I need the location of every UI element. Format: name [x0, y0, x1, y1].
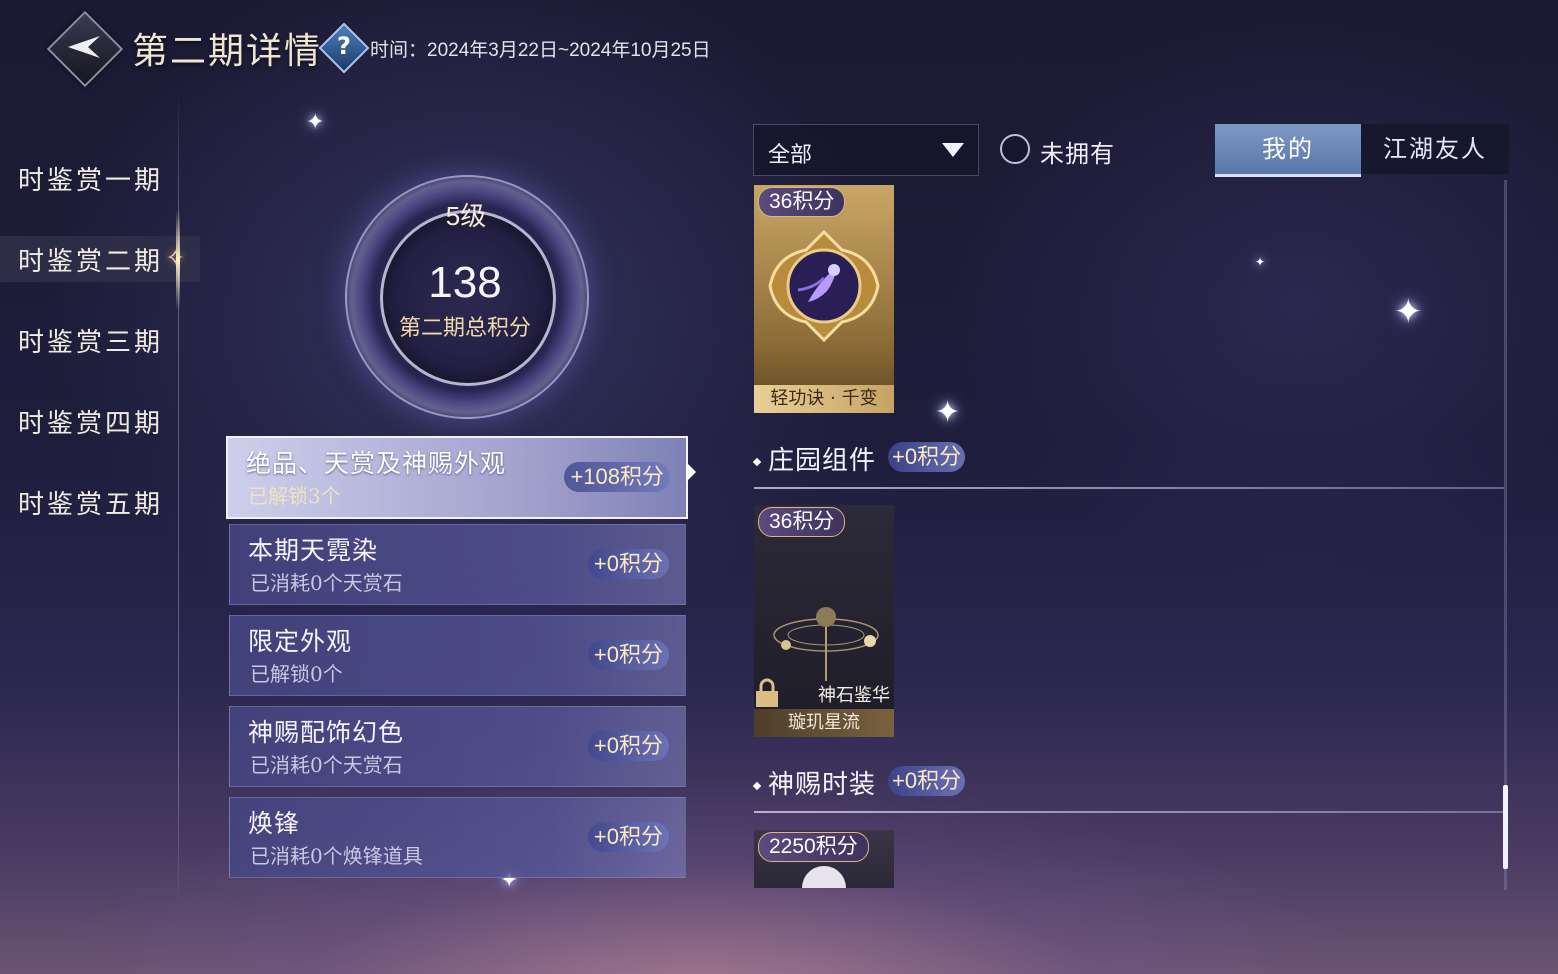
section-divider: [754, 811, 1504, 813]
nav-item-period-4[interactable]: 时鉴赏四期: [18, 403, 163, 440]
item-points-badge: 36积分: [758, 187, 846, 217]
category-subtitle: 已消耗0个天赏石: [250, 571, 403, 595]
category-subtitle: 已解锁0个: [250, 662, 343, 686]
section-title: 庄园组件: [752, 440, 877, 477]
section-title-text: 神赐时装: [768, 770, 877, 800]
category-title: 焕锋: [248, 809, 301, 838]
sparkle-icon: ✦: [1255, 255, 1266, 269]
item-points-badge: 36积分: [758, 507, 846, 537]
total-score-caption: 第二期总积分: [398, 316, 531, 341]
category-subtitle: 已消耗0个焕锋道具: [250, 844, 423, 868]
item-points-badge: 2250积分: [758, 832, 869, 862]
sparkle-icon: ✦: [935, 395, 961, 430]
section-divider: [754, 487, 1504, 489]
total-score: 138: [428, 258, 502, 307]
category-points: +0积分: [587, 640, 669, 670]
back-arrow-icon: [68, 36, 100, 58]
section-points: +0积分: [888, 442, 966, 472]
category-points: +0积分: [587, 731, 669, 761]
not-owned-label[interactable]: 未拥有: [1040, 134, 1115, 169]
item-series-name: 神石鉴华: [818, 685, 890, 706]
star-orbit-decor-icon: [773, 607, 879, 681]
active-category-arrow-icon: [686, 462, 696, 482]
tab-mine[interactable]: 我的: [1215, 124, 1361, 177]
category-subtitle: 已解锁3个: [248, 484, 341, 508]
sparkle-icon: ✦: [1394, 292, 1423, 332]
item-card[interactable]: 36积分 轻功诀 · 千变: [754, 185, 894, 413]
section-points: +0积分: [888, 766, 966, 796]
chevron-down-icon: [942, 143, 964, 157]
nav-item-period-5[interactable]: 时鉴赏五期: [18, 484, 163, 521]
category-item[interactable]: 本期天霓染 已消耗0个天赏石 +0积分: [229, 524, 686, 605]
category-points: +108积分: [564, 462, 670, 492]
time-range-label: 时间：2024年3月22日~2024年10月25日: [370, 40, 711, 61]
section-title-text: 庄园组件: [768, 446, 877, 476]
category-item[interactable]: 焕锋 已消耗0个焕锋道具 +0积分: [229, 797, 686, 878]
scrollbar-thumb[interactable]: [1503, 785, 1508, 869]
not-owned-checkbox[interactable]: [1000, 134, 1030, 164]
filter-select[interactable]: 全部: [753, 124, 979, 176]
help-icon[interactable]: ?: [326, 28, 362, 64]
category-item[interactable]: 绝品、天赏及神赐外观 已解锁3个 +108积分: [226, 436, 688, 519]
filter-select-value: 全部: [768, 143, 813, 168]
nav-item-period-3[interactable]: 时鉴赏三期: [18, 322, 163, 359]
category-points: +0积分: [587, 549, 669, 579]
category-item[interactable]: 限定外观 已解锁0个 +0积分: [229, 615, 686, 696]
bullet-icon: [752, 457, 762, 467]
category-title: 本期天霓染: [248, 536, 379, 565]
bullet-icon: [752, 781, 762, 791]
level-label: 5级: [445, 201, 487, 231]
scrollbar-track[interactable]: [1504, 180, 1507, 890]
category-title: 绝品、天赏及神赐外观: [246, 449, 507, 478]
category-item[interactable]: 神赐配饰幻色 已消耗0个天赏石 +0积分: [229, 706, 686, 787]
item-name: 璇玑星流: [754, 709, 894, 737]
active-marker-icon: ✧: [166, 246, 185, 271]
category-title: 限定外观: [248, 627, 353, 656]
nav-item-period-1[interactable]: 时鉴赏一期: [18, 160, 163, 197]
section-title: 神赐时装: [752, 764, 877, 801]
tab-friends[interactable]: 江湖友人: [1361, 124, 1509, 174]
page-title: 第二期详情: [132, 31, 323, 72]
item-card[interactable]: 2250积分: [754, 830, 894, 888]
sparkle-icon: ✦: [306, 110, 325, 135]
category-title: 神赐配饰幻色: [248, 718, 405, 747]
category-points: +0积分: [587, 822, 669, 852]
category-subtitle: 已消耗0个天赏石: [250, 753, 403, 777]
item-name: 轻功诀 · 千变: [754, 385, 894, 413]
nav-item-period-2[interactable]: 时鉴赏二期: [18, 241, 163, 278]
lock-icon: [756, 678, 778, 707]
item-card[interactable]: 36积分 神石鉴华 璇玑星流: [754, 505, 894, 737]
lightness-skill-emblem-icon: [768, 230, 880, 342]
